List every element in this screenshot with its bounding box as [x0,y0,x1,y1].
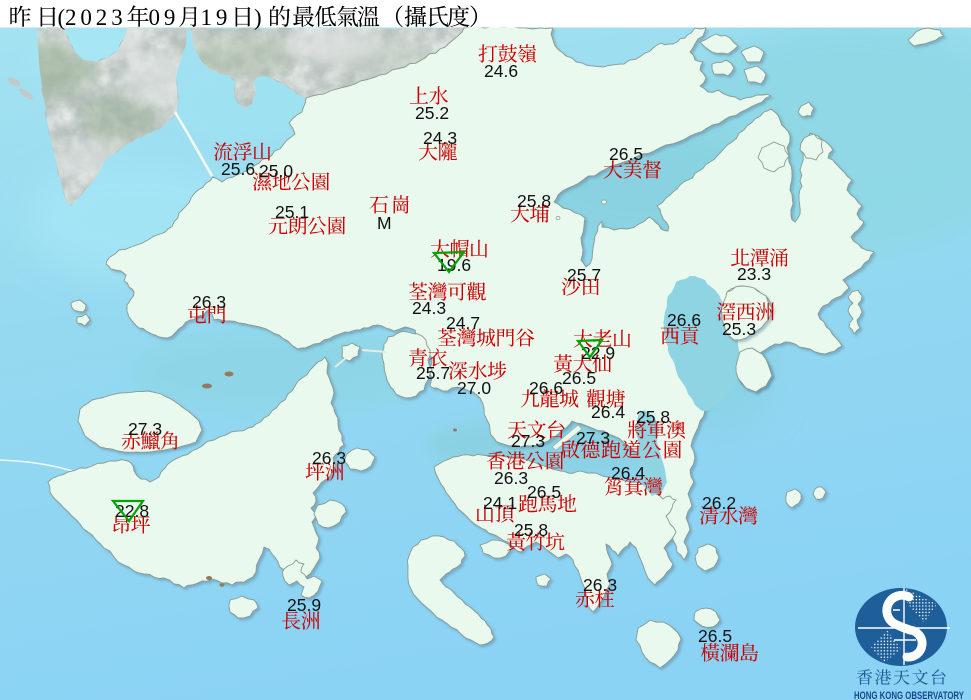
svg-text:25.7: 25.7 [567,265,601,285]
svg-text:26.3: 26.3 [494,468,528,488]
svg-text:26.3: 26.3 [192,292,226,312]
svg-text:26.5: 26.5 [562,368,596,388]
svg-text:25.8: 25.8 [517,191,551,211]
svg-text:HONG KONG OBSERVATORY: HONG KONG OBSERVATORY [854,690,964,700]
svg-text:23.3: 23.3 [737,264,771,284]
svg-text:25.1: 25.1 [275,202,309,222]
svg-text:25.3: 25.3 [722,319,756,339]
svg-text:25.8: 25.8 [514,520,548,540]
svg-text:26.2: 26.2 [702,493,736,513]
svg-text:25.0: 25.0 [259,161,293,181]
svg-text:25.6: 25.6 [221,159,255,179]
svg-text:26.4: 26.4 [591,402,625,422]
svg-text:26.3: 26.3 [312,448,346,468]
svg-text:26.5: 26.5 [609,144,643,164]
svg-text:19: 19 [201,5,232,30]
svg-text:24.6: 24.6 [484,61,518,81]
svg-text:24.1: 24.1 [483,493,517,513]
svg-text:M: M [377,213,392,233]
svg-text:2023: 2023 [65,5,127,30]
svg-text:26.5: 26.5 [698,626,732,646]
svg-text:26.4: 26.4 [611,463,645,483]
svg-text:27.3: 27.3 [511,431,545,451]
svg-text:25.7: 25.7 [416,363,450,383]
svg-text:25.8: 25.8 [636,407,670,427]
svg-text:25.9: 25.9 [287,595,321,615]
svg-text:27.3: 27.3 [576,428,610,448]
svg-text:27.3: 27.3 [128,419,162,439]
svg-text:26.3: 26.3 [583,575,617,595]
svg-text:25.2: 25.2 [415,103,449,123]
svg-text:26.6: 26.6 [529,378,563,398]
svg-text:24.3: 24.3 [423,128,457,148]
svg-text:): ) [254,5,262,30]
svg-text:26.5: 26.5 [527,482,561,502]
svg-text:24.3: 24.3 [412,298,446,318]
svg-text:09: 09 [149,5,180,30]
svg-text:26.6: 26.6 [667,310,701,330]
svg-text:27.0: 27.0 [457,378,491,398]
svg-text:24.7: 24.7 [446,313,480,333]
